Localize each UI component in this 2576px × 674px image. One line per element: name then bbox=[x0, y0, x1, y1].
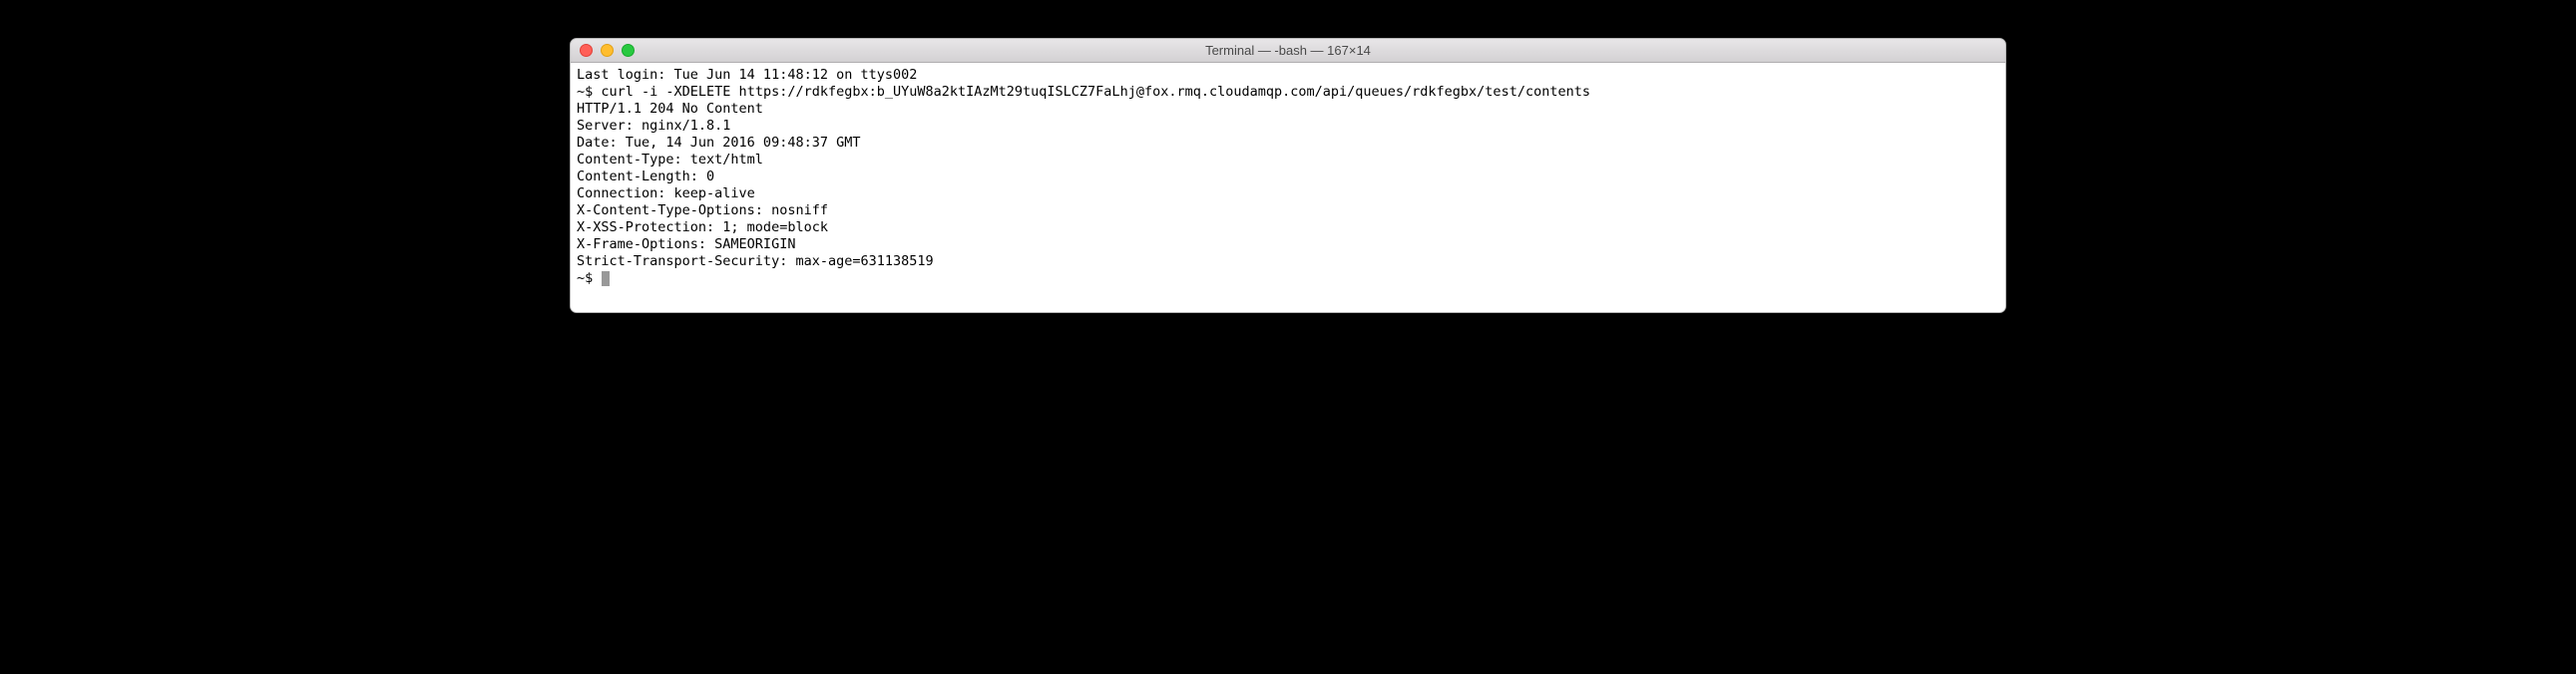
window-title: Terminal — -bash — 167×14 bbox=[571, 43, 2005, 58]
close-icon[interactable] bbox=[580, 44, 593, 57]
terminal-window: Terminal — -bash — 167×14 Last login: Tu… bbox=[570, 38, 2006, 313]
response-line: Content-Length: 0 bbox=[577, 168, 1999, 185]
response-line: X-Frame-Options: SAMEORIGIN bbox=[577, 236, 1999, 253]
prompt: ~$ bbox=[577, 270, 601, 287]
last-login-line: Last login: Tue Jun 14 11:48:12 on ttys0… bbox=[577, 67, 1999, 84]
maximize-icon[interactable] bbox=[622, 44, 635, 57]
command-text: curl -i -XDELETE https://rdkfegbx:b_UYuW… bbox=[601, 84, 1590, 100]
response-line: X-XSS-Protection: 1; mode=block bbox=[577, 219, 1999, 236]
response-line: Content-Type: text/html bbox=[577, 152, 1999, 168]
response-line: Server: nginx/1.8.1 bbox=[577, 118, 1999, 135]
response-line: Date: Tue, 14 Jun 2016 09:48:37 GMT bbox=[577, 135, 1999, 152]
response-line: HTTP/1.1 204 No Content bbox=[577, 101, 1999, 118]
minimize-icon[interactable] bbox=[601, 44, 614, 57]
prompt: ~$ bbox=[577, 84, 601, 100]
response-line: Strict-Transport-Security: max-age=63113… bbox=[577, 253, 1999, 270]
response-line: X-Content-Type-Options: nosniff bbox=[577, 202, 1999, 219]
traffic-lights bbox=[580, 44, 635, 57]
prompt-line: ~$ bbox=[577, 270, 1999, 287]
titlebar[interactable]: Terminal — -bash — 167×14 bbox=[571, 39, 2005, 63]
response-line: Connection: keep-alive bbox=[577, 185, 1999, 202]
command-line: ~$ curl -i -XDELETE https://rdkfegbx:b_U… bbox=[577, 84, 1999, 101]
terminal-body[interactable]: Last login: Tue Jun 14 11:48:12 on ttys0… bbox=[571, 63, 2005, 312]
cursor-icon bbox=[602, 271, 610, 286]
